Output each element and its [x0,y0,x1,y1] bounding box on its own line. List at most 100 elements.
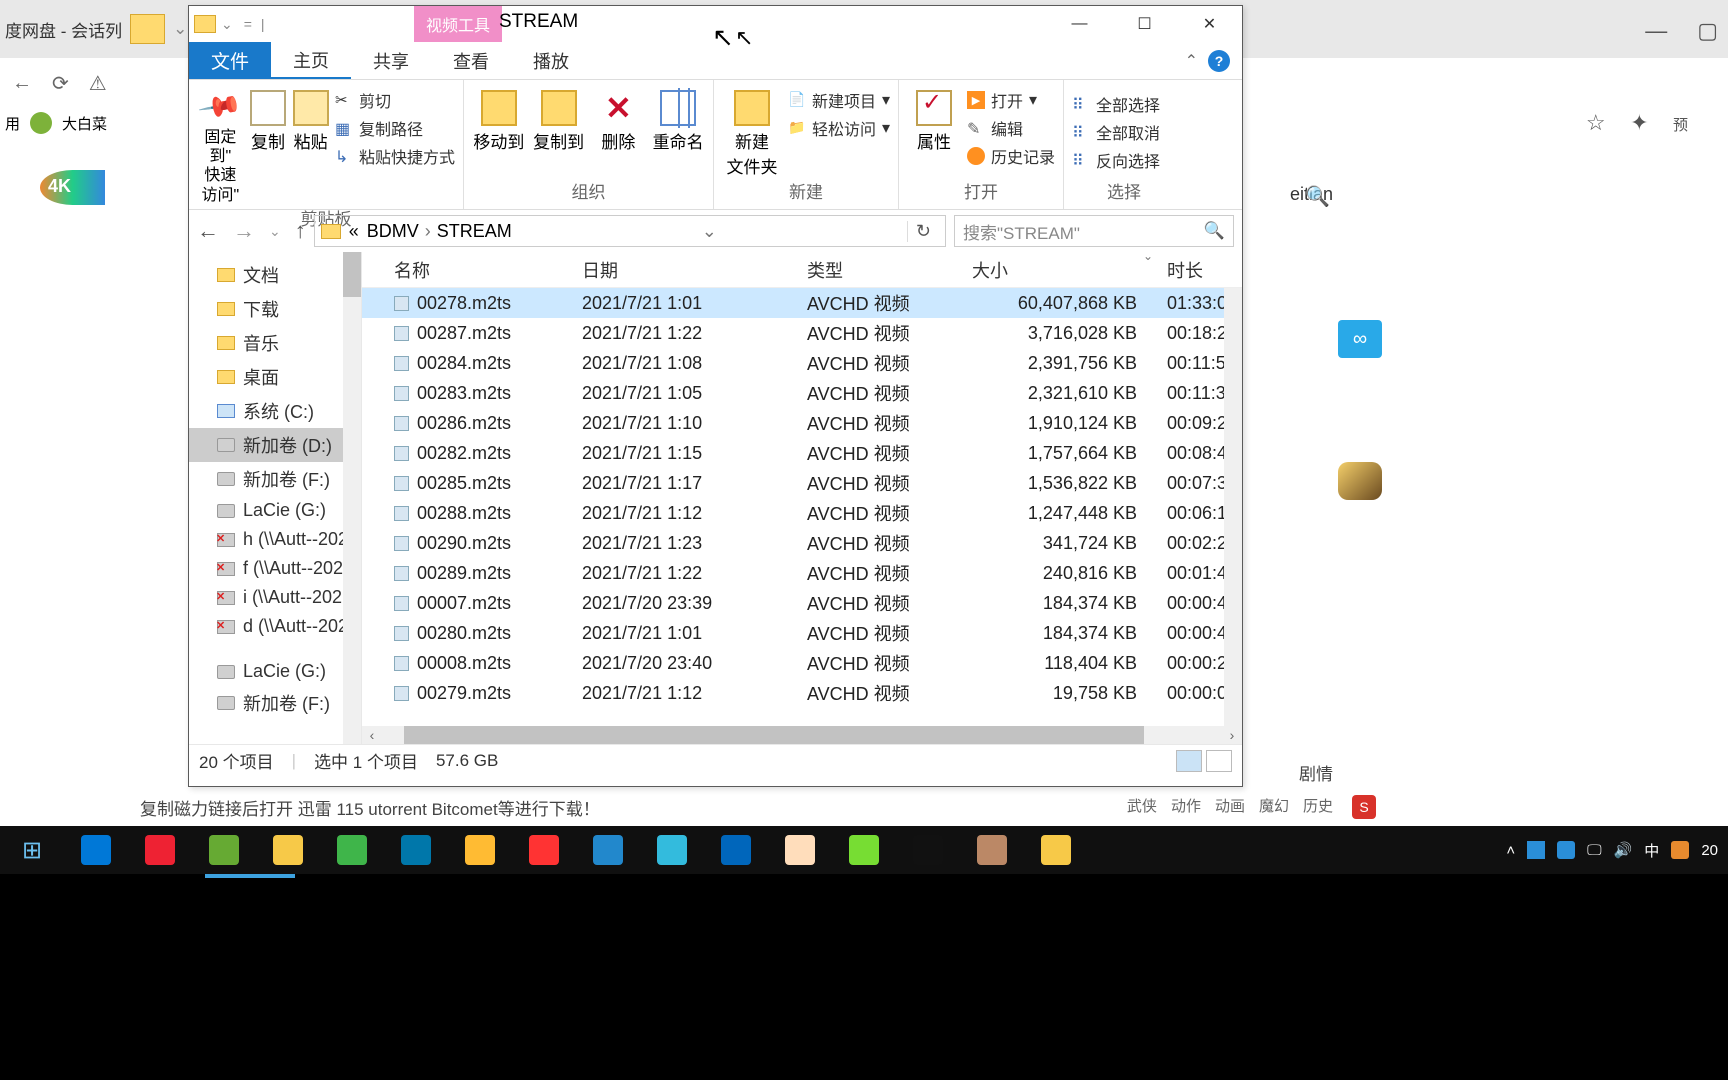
logo-4k[interactable]: 4K [40,170,105,205]
tag-link[interactable]: 动画 [1215,795,1245,816]
taskbar-app[interactable] [832,826,896,874]
up-button[interactable]: ↑ [295,218,306,244]
taskbar-app[interactable] [128,826,192,874]
invert-selection-button[interactable]: 反向选择 [1072,148,1160,172]
address-bar[interactable]: « BDMV › STREAM ⌄ ↻ [314,215,946,247]
video-tools-tab[interactable]: 视频工具 [414,6,502,42]
taskbar[interactable]: ⊞ ˄ 🖵 🔊 中 20 [0,826,1728,874]
file-row[interactable]: 00278.m2ts 2021/7/21 1:01 AVCHD 视频 60,40… [362,288,1242,318]
copy-path-button[interactable]: 复制路径 [335,116,455,140]
tab-home[interactable]: 主页 [271,42,351,79]
breadcrumb-1[interactable]: BDMV [367,221,419,242]
side-widget-baidu[interactable]: ∞ [1338,320,1382,358]
tab-play[interactable]: 播放 [511,42,591,79]
recent-dropdown[interactable]: ⌄ [269,223,281,240]
more-icon[interactable]: 预 [1673,117,1688,134]
file-row[interactable]: 00282.m2ts 2021/7/21 1:15 AVCHD 视频 1,757… [362,438,1242,468]
col-name[interactable]: 名称 [362,257,572,283]
tag-link[interactable]: 武侠 [1127,795,1157,816]
taskbar-app[interactable] [896,826,960,874]
tree-item[interactable]: i (\\Autt--2021 [189,583,361,612]
rename-button[interactable]: 重命名 [651,84,705,153]
ime-badge-icon[interactable]: S [1352,795,1376,819]
tree-item[interactable]: f (\\Autt--20210 [189,554,361,583]
chevron-right-icon[interactable]: › [425,221,431,242]
taskbar-app[interactable] [384,826,448,874]
chevron-up-icon[interactable]: ⌃ [1185,51,1198,71]
taskbar-app[interactable] [704,826,768,874]
paste-shortcut-button[interactable]: 粘贴快捷方式 [335,144,455,168]
taskbar-app[interactable] [640,826,704,874]
file-row[interactable]: 00280.m2ts 2021/7/21 1:01 AVCHD 视频 184,3… [362,618,1242,648]
search-icon[interactable]: 🔍 [1204,221,1225,241]
scroll-right-icon[interactable]: › [1222,727,1242,743]
scroll-left-icon[interactable]: ‹ [362,727,382,743]
breadcrumb-2[interactable]: STREAM [437,221,512,242]
tray-app-icon[interactable] [1671,841,1689,859]
properties-button[interactable]: 属性 [907,84,961,153]
file-row[interactable]: 00286.m2ts 2021/7/21 1:10 AVCHD 视频 1,910… [362,408,1242,438]
taskbar-app[interactable] [64,826,128,874]
file-row[interactable]: 00290.m2ts 2021/7/21 1:23 AVCHD 视频 341,7… [362,528,1242,558]
green-icon[interactable] [30,112,52,134]
details-view-icon[interactable] [1176,750,1202,772]
tree-scrollbar[interactable] [343,252,361,744]
start-button[interactable]: ⊞ [0,826,64,874]
history-button[interactable]: 历史记录 [967,144,1055,168]
close-button[interactable]: ✕ [1177,6,1242,42]
copy-button[interactable]: 复制 [250,84,287,153]
taskbar-app[interactable] [576,826,640,874]
file-row[interactable]: 00283.m2ts 2021/7/21 1:05 AVCHD 视频 2,321… [362,378,1242,408]
folder-icon[interactable] [194,15,216,33]
tab-view[interactable]: 查看 [431,42,511,79]
tag-link[interactable]: 动作 [1171,795,1201,816]
taskbar-app[interactable] [768,826,832,874]
search-input[interactable]: 搜索"STREAM" 🔍 [954,215,1234,247]
tab-share[interactable]: 共享 [351,42,431,79]
thumbnail-view-icon[interactable] [1206,750,1232,772]
display-icon[interactable]: 🖵 [1587,842,1601,859]
taskbar-app[interactable] [448,826,512,874]
tag-link[interactable]: 魔幻 [1259,795,1289,816]
volume-icon[interactable]: 🔊 [1614,841,1633,859]
maximize-button[interactable]: ☐ [1112,6,1177,42]
refresh-button[interactable]: ↻ [907,221,939,242]
side-widget-gold[interactable] [1338,462,1382,500]
edit-button[interactable]: 编辑 [967,116,1055,140]
back-icon[interactable]: ← [12,72,32,95]
taskbar-app[interactable] [192,826,256,874]
minimize-button[interactable]: — [1047,6,1112,42]
tree-item[interactable]: h (\\Autt--2021 [189,525,361,554]
tree-item[interactable]: LaCie (G:) [189,496,361,525]
search-icon[interactable]: 🔍 [1305,184,1330,209]
file-row[interactable]: 00279.m2ts 2021/7/21 1:12 AVCHD 视频 19,75… [362,678,1242,708]
horizontal-scrollbar[interactable]: ‹ › [362,726,1242,744]
tree-item[interactable]: d (\\Autt--2021 [189,612,361,641]
bg-side-label[interactable]: 剧情 [1299,760,1333,785]
chevron-down-icon[interactable]: ⌄ [221,16,233,33]
minimize-icon[interactable]: — [1645,18,1667,44]
cut-button[interactable]: 剪切 [335,88,455,112]
file-row[interactable]: 00287.m2ts 2021/7/21 1:22 AVCHD 视频 3,716… [362,318,1242,348]
address-dropdown[interactable]: ⌄ [696,221,723,242]
file-row[interactable]: 00289.m2ts 2021/7/21 1:22 AVCHD 视频 240,8… [362,558,1242,588]
ime-indicator[interactable]: 中 [1644,840,1659,861]
title-bar[interactable]: ⌄ = | 视频工具 STREAM — ☐ ✕ [189,6,1242,42]
delete-button[interactable]: ✕删除 [592,84,646,153]
tray-up-icon[interactable]: ˄ [1506,842,1515,859]
file-row[interactable]: 00285.m2ts 2021/7/21 1:17 AVCHD 视频 1,536… [362,468,1242,498]
scroll-thumb[interactable] [404,726,1144,744]
file-list[interactable]: 00278.m2ts 2021/7/21 1:01 AVCHD 视频 60,40… [362,288,1242,726]
file-row[interactable]: 00007.m2ts 2021/7/20 23:39 AVCHD 视频 184,… [362,588,1242,618]
tree-item[interactable]: 音乐 [189,326,361,360]
col-date[interactable]: 日期 [572,257,797,283]
tree-item[interactable]: 系统 (C:) [189,394,361,428]
taskbar-app[interactable] [320,826,384,874]
tray-app-icon[interactable] [1527,841,1545,859]
copy-to-button[interactable]: 复制到 [532,84,586,153]
file-row[interactable]: 00008.m2ts 2021/7/20 23:40 AVCHD 视频 118,… [362,648,1242,678]
new-folder-button[interactable]: 新建 文件夹 [722,84,782,178]
tag-link[interactable]: 历史 [1303,795,1333,816]
tree-item[interactable]: 新加卷 (D:) [189,428,361,462]
tree-item[interactable]: 文档 [189,258,361,292]
